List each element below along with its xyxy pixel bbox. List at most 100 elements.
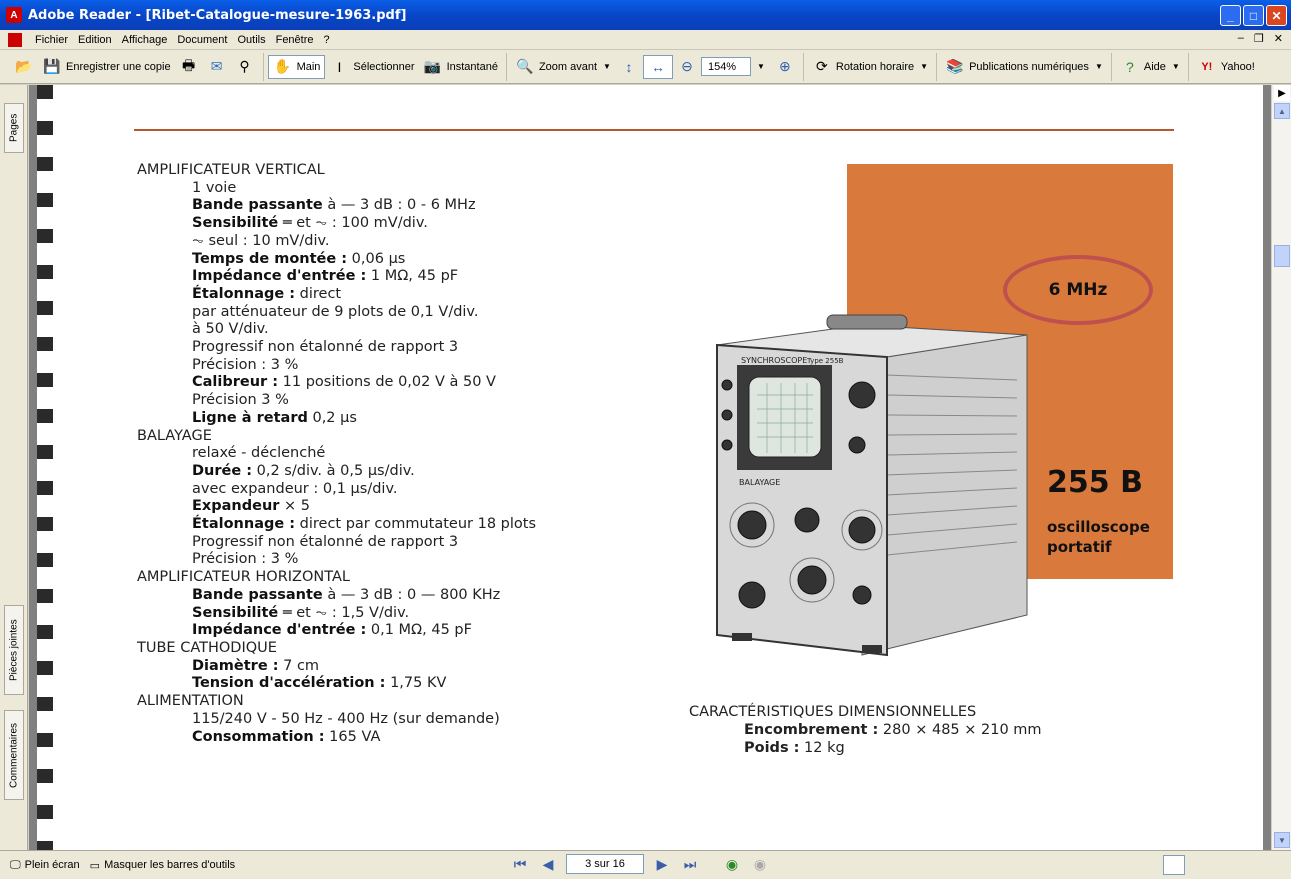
menu-outils[interactable]: Outils: [232, 34, 270, 46]
hide-toolbars-button[interactable]: ▭ Masquer les barres d'outils: [90, 859, 236, 872]
tab-comments[interactable]: Commentaires: [4, 710, 24, 800]
adobe-reader-icon: A: [6, 7, 22, 23]
doc-minimize-button[interactable]: –: [1238, 32, 1244, 45]
print-button[interactable]: 🖶: [175, 55, 203, 79]
toolbar-icon: ▭: [89, 859, 101, 872]
facing-view-button[interactable]: [1227, 855, 1249, 875]
yahoo-button[interactable]: Y! Yahoo!: [1193, 55, 1259, 79]
first-page-button[interactable]: ⏮: [510, 854, 530, 874]
spec-line: 1 voie: [137, 180, 536, 198]
fit-page-button[interactable]: ↕: [615, 55, 643, 79]
page-number-input[interactable]: 3 sur 16: [566, 854, 644, 874]
previous-page-button[interactable]: ◀: [538, 854, 558, 874]
snapshot-button[interactable]: 📷 Instantané: [419, 55, 502, 79]
spec-line: 115/240 V - 50 Hz - 400 Hz (sur demande): [137, 711, 536, 729]
continuous-view-button[interactable]: [1195, 855, 1217, 875]
forward-button[interactable]: ◉: [750, 854, 770, 874]
spec-line: avec expandeur : 0,1 µs/div.: [137, 481, 536, 499]
menu-document[interactable]: Document: [172, 34, 232, 46]
search-button[interactable]: ⚲: [231, 55, 259, 79]
rotate-label: Rotation horaire: [835, 60, 915, 73]
spec-line: Temps de montée : 0,06 µs: [137, 251, 536, 269]
spec-value: Précision : 3 %: [192, 356, 299, 373]
spec-section-header: TUBE CATHODIQUE: [137, 640, 536, 658]
fullscreen-icon: 🖵: [10, 858, 21, 871]
back-button[interactable]: ◉: [722, 854, 742, 874]
menu-edition[interactable]: Edition: [73, 34, 117, 46]
dimensions-weight-label: Poids :: [744, 740, 800, 756]
zoom-in-tool-button[interactable]: 🔍 Zoom avant ▼: [511, 55, 615, 79]
spec-line: Progressif non étalonné de rapport 3: [137, 339, 536, 357]
menu-fichier[interactable]: Fichier: [30, 34, 73, 46]
zoom-dropdown-icon[interactable]: ▼: [757, 62, 765, 71]
select-tool-button[interactable]: I Sélectionner: [325, 55, 418, 79]
spec-value: 115/240 V - 50 Hz - 400 Hz (sur demande): [192, 710, 500, 727]
dimensions-weight-value: 12 kg: [799, 740, 845, 756]
last-page-button[interactable]: ⏭: [680, 854, 700, 874]
menu-help[interactable]: ?: [319, 34, 335, 46]
spec-value: avec expandeur : 0,1 µs/div.: [192, 480, 398, 497]
spec-value: Précision 3 %: [192, 392, 289, 409]
document-viewport[interactable]: AMPLIFICATEUR VERTICAL 1 voie Bande passan…: [29, 85, 1271, 850]
zoom-plus-button[interactable]: ⊕: [771, 55, 799, 79]
spec-label: Étalonnage :: [192, 516, 296, 533]
spec-line: Consommation : 165 VA: [137, 729, 536, 747]
fullscreen-button[interactable]: 🖵 Plein écran: [10, 859, 80, 872]
zoom-out-button[interactable]: ⊖: [673, 55, 701, 79]
digital-editions-button[interactable]: 📚 Publications numériques ▼: [941, 55, 1107, 79]
floppy-icon: 💾: [43, 58, 61, 74]
menu-fenetre[interactable]: Fenêtre: [271, 34, 319, 46]
spec-value: AMPLIFICATEUR HORIZONTAL: [137, 569, 350, 586]
scroll-up-button[interactable]: ▲: [1274, 103, 1290, 119]
spec-label: Bande passante: [192, 197, 323, 214]
open-button[interactable]: 📂: [10, 55, 38, 79]
spec-value: direct: [295, 285, 342, 302]
maximize-button[interactable]: □: [1243, 5, 1264, 26]
spec-value: 0,2 µs: [307, 409, 357, 426]
spec-value: Précision : 3 %: [192, 551, 299, 568]
camera-icon: 📷: [423, 58, 442, 74]
save-copy-button[interactable]: 💾 Enregistrer une copie: [38, 55, 175, 79]
doc-restore-button[interactable]: ❐: [1254, 32, 1264, 45]
spec-label: Temps de montée :: [192, 250, 348, 267]
tab-attachments[interactable]: Pièces jointes: [4, 605, 24, 695]
spec-value: ═ et ⏦ : 1,5 V/div.: [278, 604, 410, 621]
status-bar: 🖵 Plein écran ▭ Masquer les barres d'outil…: [0, 850, 1291, 879]
single-page-view-button[interactable]: [1163, 855, 1185, 875]
spec-section-header: AMPLIFICATEUR HORIZONTAL: [137, 569, 536, 587]
oscilloscope-photo: SYNCHROSCOPE Type 255B BALAYAGE: [716, 314, 1028, 657]
rotate-button[interactable]: ⟳ Rotation horaire ▼: [808, 55, 932, 79]
digital-editions-label: Publications numériques: [969, 60, 1089, 73]
doc-close-button[interactable]: ✕: [1274, 32, 1283, 45]
continuous-facing-view-button[interactable]: [1259, 855, 1281, 875]
spec-value: ⏦ seul : 10 mV/div.: [192, 232, 330, 249]
model-description-line-2: portatif: [1047, 538, 1112, 556]
fit-width-button[interactable]: ↔: [642, 54, 673, 79]
spec-value: 0,06 µs: [347, 250, 406, 267]
help-button[interactable]: ? Aide ▼: [1116, 55, 1184, 79]
sweep-label: BALAYAGE: [739, 478, 780, 487]
spec-line: ⏦ seul : 10 mV/div.: [137, 233, 536, 251]
fit-page-icon: ↕: [625, 58, 633, 75]
email-button[interactable]: ✉: [203, 55, 231, 79]
minimize-button[interactable]: _: [1220, 5, 1241, 26]
hand-tool-button[interactable]: ✋ Main: [267, 54, 326, 79]
spec-value: 1 MΩ, 45 pF: [366, 268, 459, 285]
scroll-thumb[interactable]: [1274, 245, 1290, 267]
next-page-button[interactable]: ▶: [652, 854, 672, 874]
spec-label: Ligne à retard: [192, 409, 308, 426]
spec-value: 1 voie: [192, 179, 237, 196]
hand-tool-label: Main: [296, 60, 321, 73]
zoom-level-input[interactable]: 154%: [700, 57, 751, 76]
close-button[interactable]: ✕: [1266, 5, 1287, 26]
spec-line: Expandeur × 5: [137, 498, 536, 516]
scroll-down-button[interactable]: ▼: [1274, 832, 1290, 848]
tab-pages[interactable]: Pages: [4, 103, 24, 153]
spec-value: par atténuateur de 9 plots de 0,1 V/div.: [192, 303, 479, 320]
email-icon: ✉: [210, 58, 223, 74]
vertical-scrollbar[interactable]: ▶ ▲ ▼: [1271, 85, 1291, 850]
spec-value: Progressif non étalonné de rapport 3: [192, 339, 459, 356]
rotate-icon: ⟳: [816, 58, 828, 74]
nav-expand-arrow[interactable]: ▶: [1274, 85, 1290, 101]
menu-affichage[interactable]: Affichage: [117, 34, 173, 46]
